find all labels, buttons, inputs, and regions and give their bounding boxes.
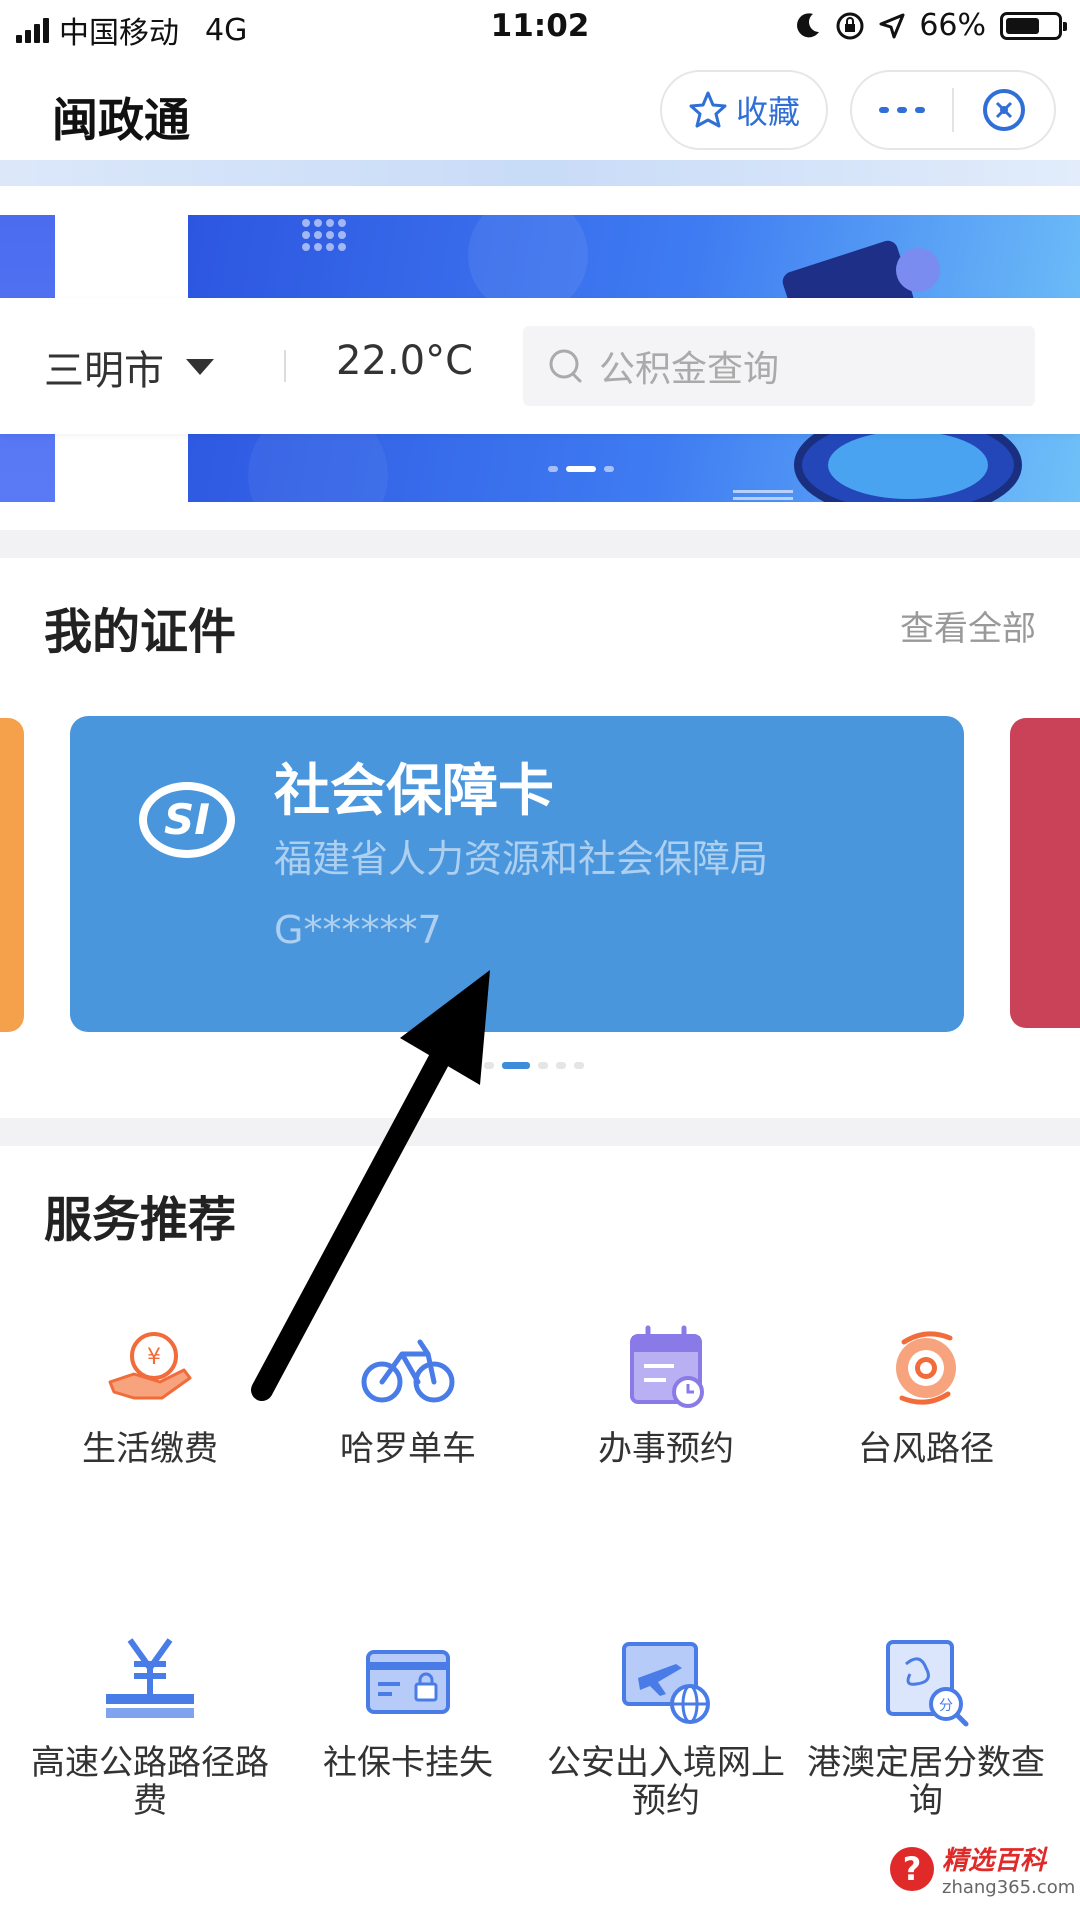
moon-icon: [797, 12, 820, 37]
social-security-card[interactable]: SI 社会保障卡 福建省人力资源和社会保障局 G******7: [70, 716, 964, 1032]
view-all-link[interactable]: 查看全部: [900, 601, 1036, 650]
battery-percent: 66%: [919, 8, 986, 43]
star-icon: [689, 91, 727, 128]
section-separator: [0, 530, 1080, 558]
temperature: 22.0°C: [336, 338, 473, 384]
service-item-hk-macao-score[interactable]: 分 港澳定居分数查询: [796, 1634, 1056, 1820]
service-label: 公安出入境网上预约: [547, 1743, 785, 1821]
watermark-logo: ? 精选百科 zhang365.com: [890, 1840, 1075, 1898]
service-label: 台风路径: [858, 1429, 994, 1469]
service-item-exit-entry-booking[interactable]: 公安出入境网上预约: [536, 1634, 796, 1820]
search-placeholder: 公积金查询: [599, 349, 780, 390]
service-label: 生活缴费: [82, 1429, 218, 1469]
banner-pagination: [548, 466, 614, 472]
card-name: 社会保障卡: [274, 759, 554, 824]
service-label: 港澳定居分数查询: [807, 1743, 1045, 1821]
watermark-brand: 精选百科: [942, 1846, 1047, 1876]
payment-hand-icon: ¥: [108, 1332, 192, 1400]
app-title: 闽政通: [52, 93, 190, 147]
card-number: G******7: [274, 908, 442, 952]
city-name: 三明市: [44, 348, 164, 394]
favorite-button[interactable]: 收藏: [660, 70, 828, 150]
service-item-typhoon-path[interactable]: 台风路径: [796, 1320, 1056, 1468]
card-pagination: [484, 1062, 584, 1069]
search-icon: [549, 349, 582, 383]
svg-text:SI: SI: [164, 795, 210, 844]
certificate-card-next[interactable]: [1010, 718, 1080, 1028]
decorative-strip: [0, 160, 1080, 186]
svg-text:¥: ¥: [147, 1345, 161, 1370]
service-label: 高速公路路径路费: [31, 1743, 269, 1821]
service-item-card-report-loss[interactable]: 社保卡挂失: [278, 1634, 538, 1782]
mini-program-capsule: [850, 70, 1056, 150]
service-item-highway-toll[interactable]: 高速公路路径路费: [20, 1634, 280, 1820]
search-box[interactable]: 公积金查询: [523, 326, 1035, 406]
question-icon: ?: [890, 1847, 934, 1891]
divider: [284, 350, 286, 382]
certificates-title: 我的证件: [44, 604, 237, 660]
service-label: 社保卡挂失: [323, 1743, 493, 1783]
status-bar: 中国移动 4G 11:02 66%: [0, 0, 1080, 56]
location-arrow-icon: [879, 13, 905, 38]
more-dots-icon: [879, 107, 925, 113]
dropdown-caret-icon: [186, 359, 214, 375]
favorite-label: 收藏: [735, 93, 800, 131]
service-label: 哈罗单车: [340, 1429, 476, 1469]
flight-globe-icon: [622, 1642, 710, 1724]
close-circle-icon: [982, 89, 1025, 131]
section-separator: [0, 1118, 1080, 1146]
status-right: 66%: [795, 8, 1067, 43]
bicycle-icon: [361, 1339, 455, 1403]
battery-icon: [1000, 11, 1067, 40]
city-selector[interactable]: 三明市: [44, 338, 214, 396]
calendar-icon: [630, 1325, 704, 1408]
rotation-lock-icon: [836, 12, 864, 39]
title-bar: 闽政通 收藏: [0, 66, 1080, 156]
watermark-site: zhang365.com: [942, 1877, 1076, 1898]
typhoon-icon: [896, 1331, 956, 1405]
service-item-utility-payment[interactable]: ¥ 生活缴费: [20, 1320, 280, 1468]
more-button[interactable]: [852, 72, 952, 148]
si-logo-icon: SI: [139, 782, 235, 858]
highway-toll-icon: [106, 1638, 194, 1718]
card-lock-icon: [366, 1650, 450, 1714]
card-issuer: 福建省人力资源和社会保障局: [274, 837, 769, 881]
service-label: 办事预约: [598, 1429, 734, 1469]
location-search-bar: 三明市 22.0°C 公积金查询: [0, 298, 1080, 434]
svg-text:分: 分: [939, 1698, 953, 1714]
service-item-appointment[interactable]: 办事预约: [536, 1320, 796, 1468]
certificate-card-prev[interactable]: [0, 718, 24, 1032]
close-button[interactable]: [954, 72, 1054, 148]
services-title: 服务推荐: [44, 1192, 237, 1248]
score-search-icon: 分: [886, 1640, 969, 1727]
service-item-hello-bike[interactable]: 哈罗单车: [278, 1320, 538, 1468]
